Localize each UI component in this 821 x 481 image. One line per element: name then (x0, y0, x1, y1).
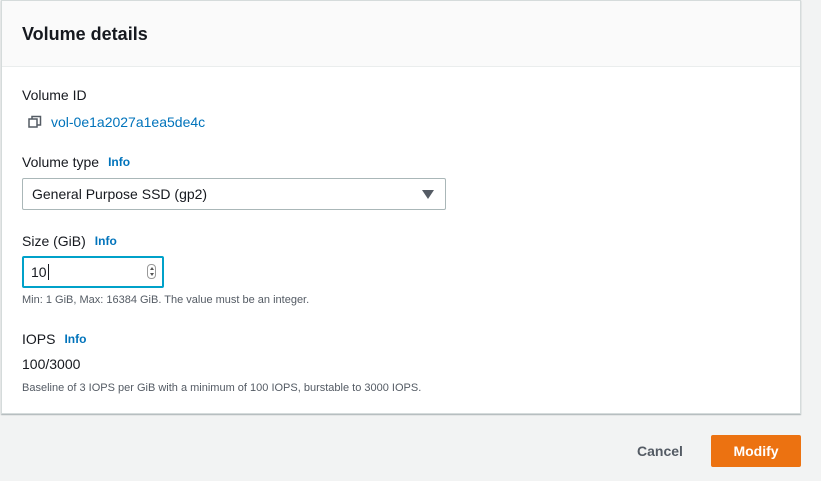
iops-info-link[interactable]: Info (64, 332, 86, 346)
volume-id-label: Volume ID (22, 87, 87, 103)
panel-header: Volume details (2, 1, 800, 67)
size-hint: Min: 1 GiB, Max: 16384 GiB. The value mu… (22, 294, 310, 306)
volume-id-label-text: Volume ID (22, 87, 87, 103)
iops-label: IOPS Info (22, 331, 86, 347)
stepper-down-icon[interactable] (149, 273, 154, 277)
volume-id-row: vol-0e1a2027a1ea5de4c (28, 112, 205, 132)
stepper-up-icon[interactable] (149, 266, 154, 270)
text-caret (47, 264, 49, 280)
caret-down-icon (422, 190, 434, 199)
size-label-text: Size (GiB) (22, 233, 86, 249)
size-stepper[interactable] (147, 264, 156, 279)
volume-type-label-text: Volume type (22, 154, 100, 170)
size-input[interactable]: 10 (22, 256, 164, 288)
volume-type-label: Volume type Info (22, 154, 130, 170)
volume-details-panel: Volume details Volume ID vol-0e1a2027a1e… (1, 0, 801, 414)
size-label: Size (GiB) Info (22, 233, 117, 249)
iops-hint: Baseline of 3 IOPS per GiB with a minimu… (22, 382, 422, 394)
iops-label-text: IOPS (22, 331, 56, 347)
panel-title: Volume details (22, 24, 148, 44)
volume-id-link[interactable]: vol-0e1a2027a1ea5de4c (51, 114, 205, 130)
volume-type-selected-value: General Purpose SSD (gp2) (32, 186, 208, 202)
volume-type-info-link[interactable]: Info (108, 155, 130, 169)
iops-value: 100/3000 (22, 356, 81, 372)
cancel-button[interactable]: Cancel (622, 435, 698, 467)
copy-icon[interactable] (28, 115, 42, 129)
size-info-link[interactable]: Info (95, 234, 117, 248)
size-input-value: 10 (31, 264, 47, 280)
modify-button[interactable]: Modify (711, 435, 801, 467)
volume-type-select[interactable]: General Purpose SSD (gp2) (22, 178, 446, 210)
